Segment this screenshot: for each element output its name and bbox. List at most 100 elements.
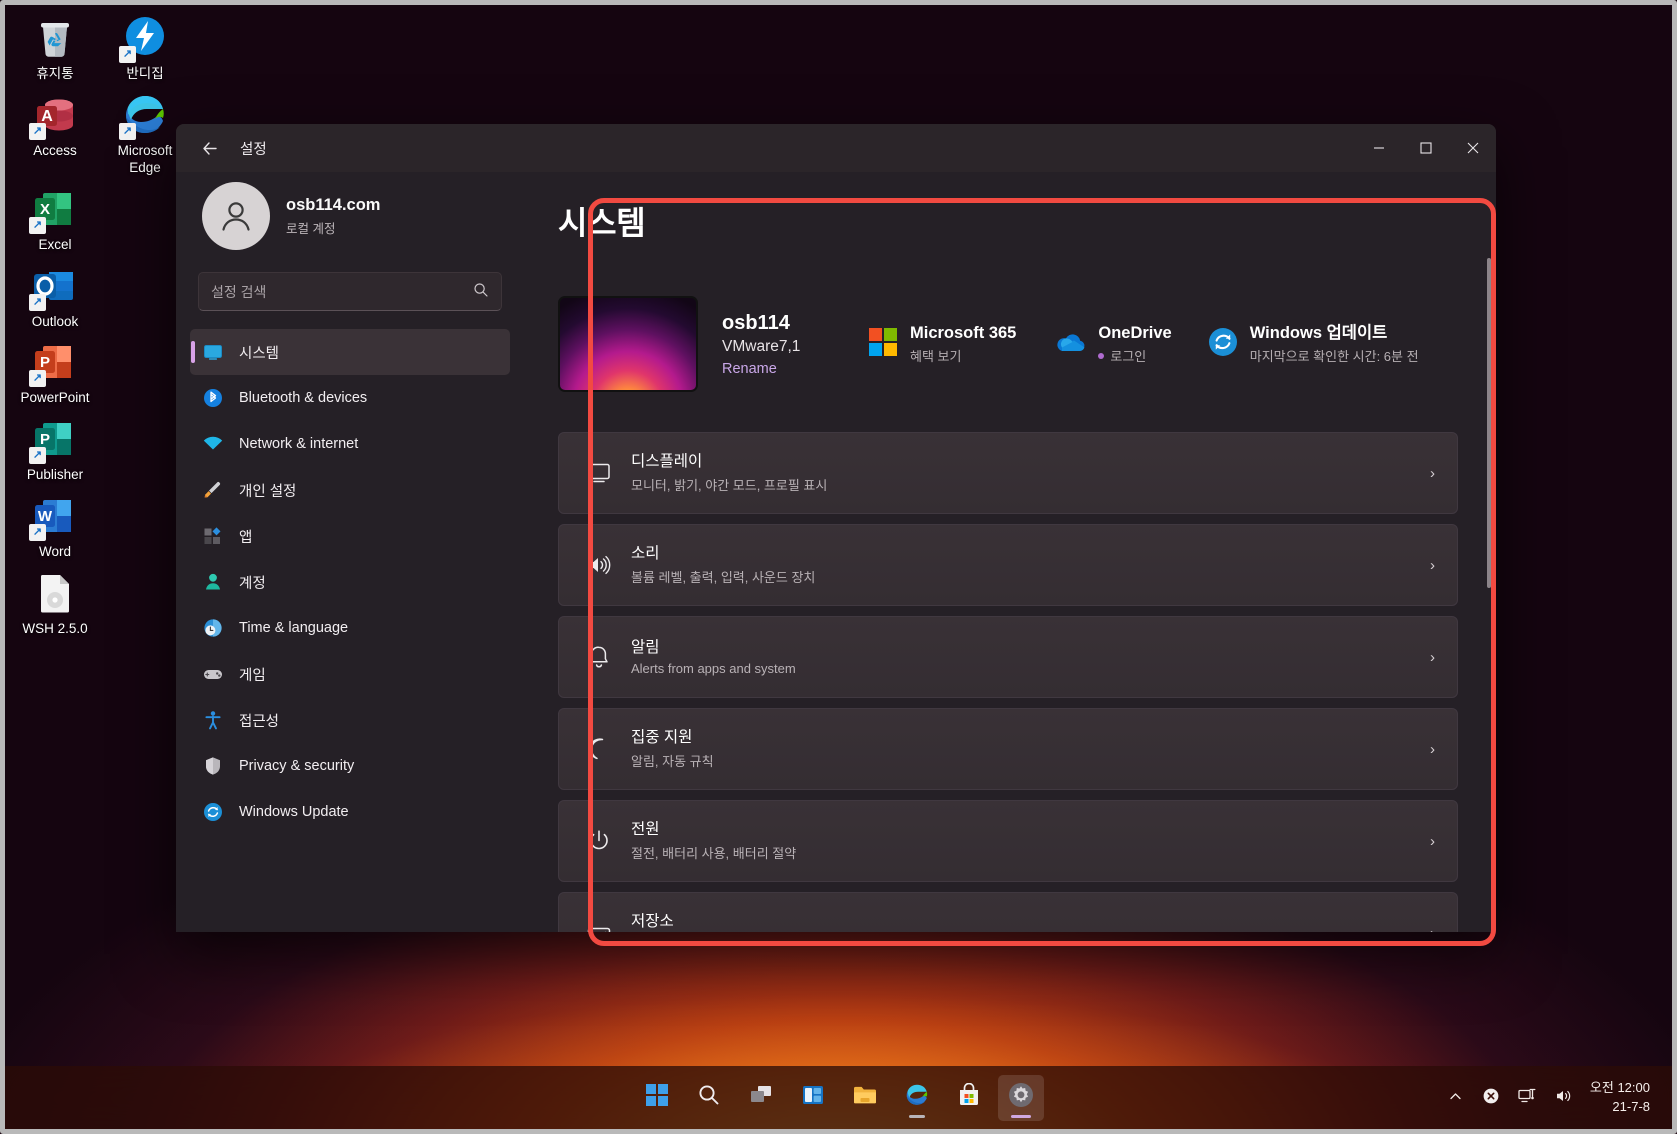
- search-icon: [473, 282, 489, 302]
- shortcut-overlay-icon: [29, 293, 46, 311]
- rename-button[interactable]: Rename: [722, 361, 777, 377]
- maximize-button[interactable]: [1402, 124, 1449, 172]
- onedrive-icon: [1052, 329, 1086, 360]
- badge-title: Microsoft 365: [910, 323, 1017, 342]
- windows-update-sync-icon: [1208, 327, 1238, 362]
- card-title: 소리: [631, 545, 660, 563]
- badge-subtitle: 로그인: [1110, 349, 1147, 365]
- sidebar-item-apps[interactable]: 앱: [190, 513, 510, 559]
- sidebar-item-windows-update[interactable]: Windows Update: [190, 789, 510, 835]
- bluetooth-icon: [202, 387, 224, 409]
- desktop-icon-word[interactable]: W Word: [10, 486, 100, 563]
- sidebar-item-label: Bluetooth & devices: [239, 390, 368, 406]
- minimize-button[interactable]: [1355, 124, 1402, 172]
- sidebar-item-privacy-security[interactable]: Privacy & security: [190, 743, 510, 789]
- card-storage[interactable]: 저장소 저장소 공간, 드라이브, 구성 규칙 ›: [558, 892, 1458, 932]
- sidebar-item-gaming[interactable]: 게임: [190, 651, 510, 697]
- shield-icon: [202, 755, 224, 777]
- close-icon: [1467, 142, 1478, 154]
- badge-onedrive[interactable]: OneDrive 로그인: [1052, 323, 1172, 366]
- clock-globe-icon: [202, 617, 224, 639]
- sidebar-item-accounts[interactable]: 계정: [190, 559, 510, 605]
- desktop-icon-powerpoint[interactable]: P PowerPoint: [10, 332, 100, 409]
- file-explorer-button[interactable]: [842, 1075, 888, 1121]
- chevron-right-icon: ›: [1430, 740, 1435, 758]
- start-button[interactable]: [634, 1075, 680, 1121]
- shortcut-overlay-icon: [29, 524, 46, 542]
- card-title: 디스플레이: [631, 453, 703, 471]
- edge-button[interactable]: [894, 1075, 940, 1121]
- chevron-right-icon: ›: [1430, 925, 1435, 933]
- sidebar-item-label: 계정: [239, 575, 266, 592]
- volume-button[interactable]: [1548, 1076, 1580, 1120]
- sidebar-item-personalization[interactable]: 개인 설정: [190, 467, 510, 513]
- card-display[interactable]: 디스플레이 모니터, 밝기, 야간 모드, 프로필 표시 ›: [558, 432, 1458, 514]
- chevron-right-icon: ›: [1430, 648, 1435, 666]
- store-button[interactable]: [946, 1075, 992, 1121]
- content-scrollbar[interactable]: [1487, 258, 1491, 588]
- device-name: osb114: [722, 311, 790, 334]
- desktop-icon-label: Outlook: [31, 313, 79, 329]
- desktop-icon-label: Publisher: [26, 467, 84, 483]
- system-icon: [202, 341, 224, 363]
- system-tray: 오전 12:00 21-7-8: [1441, 1076, 1672, 1120]
- card-subtitle: 알림, 자동 규칙: [631, 753, 714, 769]
- chevron-up-icon: [1448, 1089, 1463, 1107]
- network-button[interactable]: [1511, 1076, 1544, 1120]
- sidebar-item-accessibility[interactable]: 접근성: [190, 697, 510, 743]
- sidebar-item-bluetooth-devices[interactable]: Bluetooth & devices: [190, 375, 510, 421]
- sidebar-item-system[interactable]: 시스템: [190, 329, 510, 375]
- tray-expand-button[interactable]: [1441, 1076, 1471, 1120]
- sidebar-item-label: Windows Update: [239, 804, 349, 820]
- badge-windows-update[interactable]: Windows 업데이트 마지막으로 확인한 시간: 6분 전: [1208, 323, 1419, 366]
- window-titlebar: 설정: [176, 124, 1496, 172]
- desktop-icon-label: WSH 2.5.0: [22, 621, 88, 636]
- sidebar-item-label: 게임: [239, 667, 266, 684]
- card-subtitle: 절전, 배터리 사용, 배터리 절약: [631, 845, 797, 861]
- widgets-button[interactable]: [790, 1075, 836, 1121]
- close-button[interactable]: [1449, 124, 1496, 172]
- desktop-icon-bandizip[interactable]: 반디집: [100, 8, 190, 85]
- back-button[interactable]: [192, 131, 226, 165]
- sidebar-item-label: 접근성: [239, 713, 280, 730]
- avatar: [202, 182, 270, 250]
- desktop-icon-outlook[interactable]: Outlook: [10, 256, 100, 333]
- settings-window: 설정 osb114.com 로컬 계정 설정 검색 시스템 Bluetooth …: [176, 124, 1496, 932]
- taskbar-clock[interactable]: 오전 12:00 21-7-8: [1584, 1079, 1658, 1117]
- sidebar-item-label: Privacy & security: [239, 758, 355, 774]
- powerpoint-icon: P: [29, 338, 79, 388]
- status-dot-icon: [1098, 352, 1105, 359]
- window-title: 설정: [240, 141, 267, 158]
- device-summary: osb114 VMware7,1 Rename Microsoft 365 혜택…: [558, 296, 1458, 392]
- shortcut-overlay-icon: [119, 46, 136, 63]
- clock-time: 오전 12:00: [1589, 1079, 1650, 1095]
- search-placeholder: 설정 검색: [211, 283, 267, 300]
- desktop-icon-recycle-bin[interactable]: 휴지통: [10, 8, 100, 85]
- desktop-icon-access[interactable]: A Access: [10, 85, 100, 179]
- desktop-icon-publisher[interactable]: P Publisher: [10, 409, 100, 486]
- svg-text:P: P: [40, 354, 50, 371]
- search-button[interactable]: [686, 1075, 732, 1121]
- sidebar-item-network-internet[interactable]: Network & internet: [190, 421, 510, 467]
- card-notifications[interactable]: 알림 Alerts from apps and system ›: [558, 616, 1458, 698]
- security-alert-button[interactable]: [1475, 1076, 1507, 1120]
- minimize-icon: [1373, 147, 1384, 149]
- task-view-button[interactable]: [738, 1075, 784, 1121]
- card-sound[interactable]: 소리 볼륨 레벨, 출력, 입력, 사운드 장치 ›: [558, 524, 1458, 606]
- desktop-icon-wsh[interactable]: WSH 2.5.0: [10, 563, 100, 640]
- device-wallpaper-thumbnail: [558, 296, 698, 392]
- search-input[interactable]: 설정 검색: [198, 272, 502, 311]
- svg-text:W: W: [38, 508, 53, 525]
- sidebar-item-time-language[interactable]: Time & language: [190, 605, 510, 651]
- word-icon: W: [29, 492, 79, 542]
- card-power[interactable]: 전원 절전, 배터리 사용, 배터리 절약 ›: [558, 800, 1458, 882]
- access-icon: A: [29, 91, 79, 140]
- card-focus-assist[interactable]: 집중 지원 알림, 자동 규칙 ›: [558, 708, 1458, 790]
- window-caption-buttons: [1355, 124, 1496, 172]
- settings-button[interactable]: [997, 1074, 1044, 1121]
- badge-microsoft-365[interactable]: Microsoft 365 혜택 보기: [868, 323, 1016, 366]
- sidebar-item-label: 개인 설정: [239, 483, 297, 500]
- desktop-icon-excel[interactable]: X Excel: [10, 179, 100, 256]
- account-header[interactable]: osb114.com 로컬 계정: [190, 172, 510, 268]
- card-subtitle: Alerts from apps and system: [631, 660, 796, 676]
